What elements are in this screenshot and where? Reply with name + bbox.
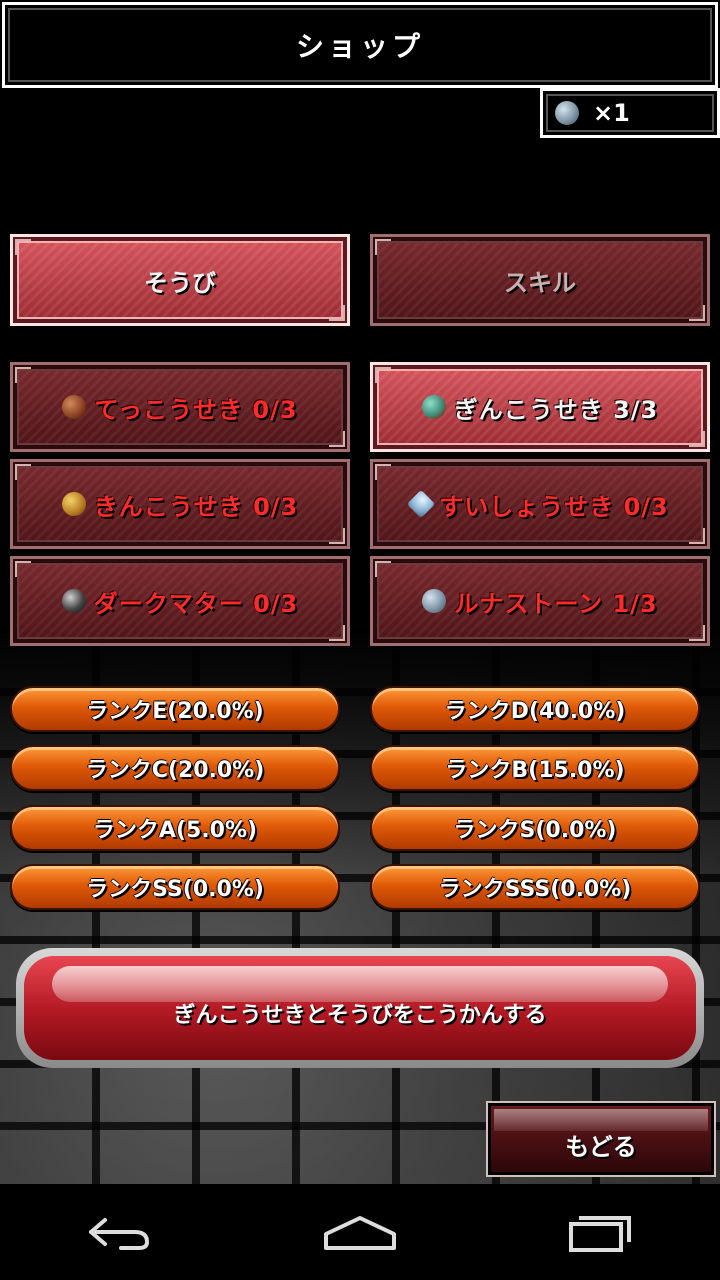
- crystal-icon: [407, 489, 436, 519]
- exchange-button-face: ぎんこうせきとそうびをこうかんする: [24, 956, 696, 1060]
- material-luna-stone[interactable]: ルナストーン 1/3: [370, 556, 710, 646]
- material-label: ぎんこうせき 3/3: [453, 395, 659, 424]
- rank-sss-badge: ランクSSS(0.0%): [370, 864, 700, 910]
- exchange-button-label: ぎんこうせきとそうびをこうかんする: [173, 1003, 547, 1028]
- rank-label: ランクS(0.0%): [453, 818, 617, 843]
- material-label: きんこうせき 0/3: [93, 492, 299, 521]
- rank-e-badge: ランクE(20.0%): [10, 686, 340, 732]
- currency-display: ×1: [540, 88, 720, 138]
- material-label: ルナストーン 1/3: [454, 589, 658, 618]
- rank-label: ランクE(20.0%): [86, 699, 264, 724]
- currency-count: ×1: [593, 99, 630, 127]
- tab-equipment[interactable]: そうび: [10, 234, 350, 326]
- rank-label: ランクC(20.0%): [85, 758, 265, 783]
- silver-ore-icon: [421, 395, 446, 419]
- material-label: てっこうせき 0/3: [94, 395, 298, 424]
- rank-label: ランクA(5.0%): [92, 818, 258, 843]
- game-screen: ショップ ×1 そうび スキル てっこうせき 0/3 ぎんこうせき 3/3 きん…: [0, 0, 720, 1184]
- back-button[interactable]: もどる: [486, 1101, 716, 1177]
- rank-label: ランクD(40.0%): [444, 699, 626, 724]
- page-title: ショップ: [295, 30, 424, 63]
- rank-label: ランクB(15.0%): [445, 758, 625, 783]
- gold-ore-icon: [61, 492, 86, 516]
- material-gold-ore[interactable]: きんこうせき 0/3: [10, 459, 350, 549]
- tab-skill-label: スキル: [504, 268, 576, 297]
- rank-s-badge: ランクS(0.0%): [370, 805, 700, 851]
- rank-a-badge: ランクA(5.0%): [10, 805, 340, 851]
- material-crystal[interactable]: すいしょうせき 0/3: [370, 459, 710, 549]
- tab-skill[interactable]: スキル: [370, 234, 710, 326]
- home-icon[interactable]: [310, 1202, 410, 1262]
- rank-c-badge: ランクC(20.0%): [10, 745, 340, 791]
- silver-ore-icon: [555, 101, 579, 125]
- rank-label: ランクSS(0.0%): [86, 877, 264, 902]
- exchange-button[interactable]: ぎんこうせきとそうびをこうかんする: [16, 948, 704, 1068]
- back-arrow-icon[interactable]: [70, 1202, 170, 1262]
- material-label: すいしょうせき 0/3: [439, 492, 669, 521]
- rank-d-badge: ランクD(40.0%): [370, 686, 700, 732]
- recents-icon[interactable]: [550, 1202, 650, 1262]
- title-bar: ショップ: [2, 2, 718, 88]
- tab-equipment-label: そうび: [144, 268, 216, 297]
- dark-matter-icon: [61, 589, 86, 613]
- back-button-label: もどる: [565, 1132, 637, 1161]
- material-label: ダークマター 0/3: [93, 589, 299, 618]
- luna-stone-icon: [422, 589, 447, 613]
- material-iron-ore[interactable]: てっこうせき 0/3: [10, 362, 350, 452]
- iron-ore-icon: [62, 395, 87, 419]
- rank-ss-badge: ランクSS(0.0%): [10, 864, 340, 910]
- material-dark-matter[interactable]: ダークマター 0/3: [10, 556, 350, 646]
- rank-b-badge: ランクB(15.0%): [370, 745, 700, 791]
- rank-label: ランクSSS(0.0%): [438, 877, 632, 902]
- system-navigation-bar: [0, 1184, 720, 1280]
- material-silver-ore[interactable]: ぎんこうせき 3/3: [370, 362, 710, 452]
